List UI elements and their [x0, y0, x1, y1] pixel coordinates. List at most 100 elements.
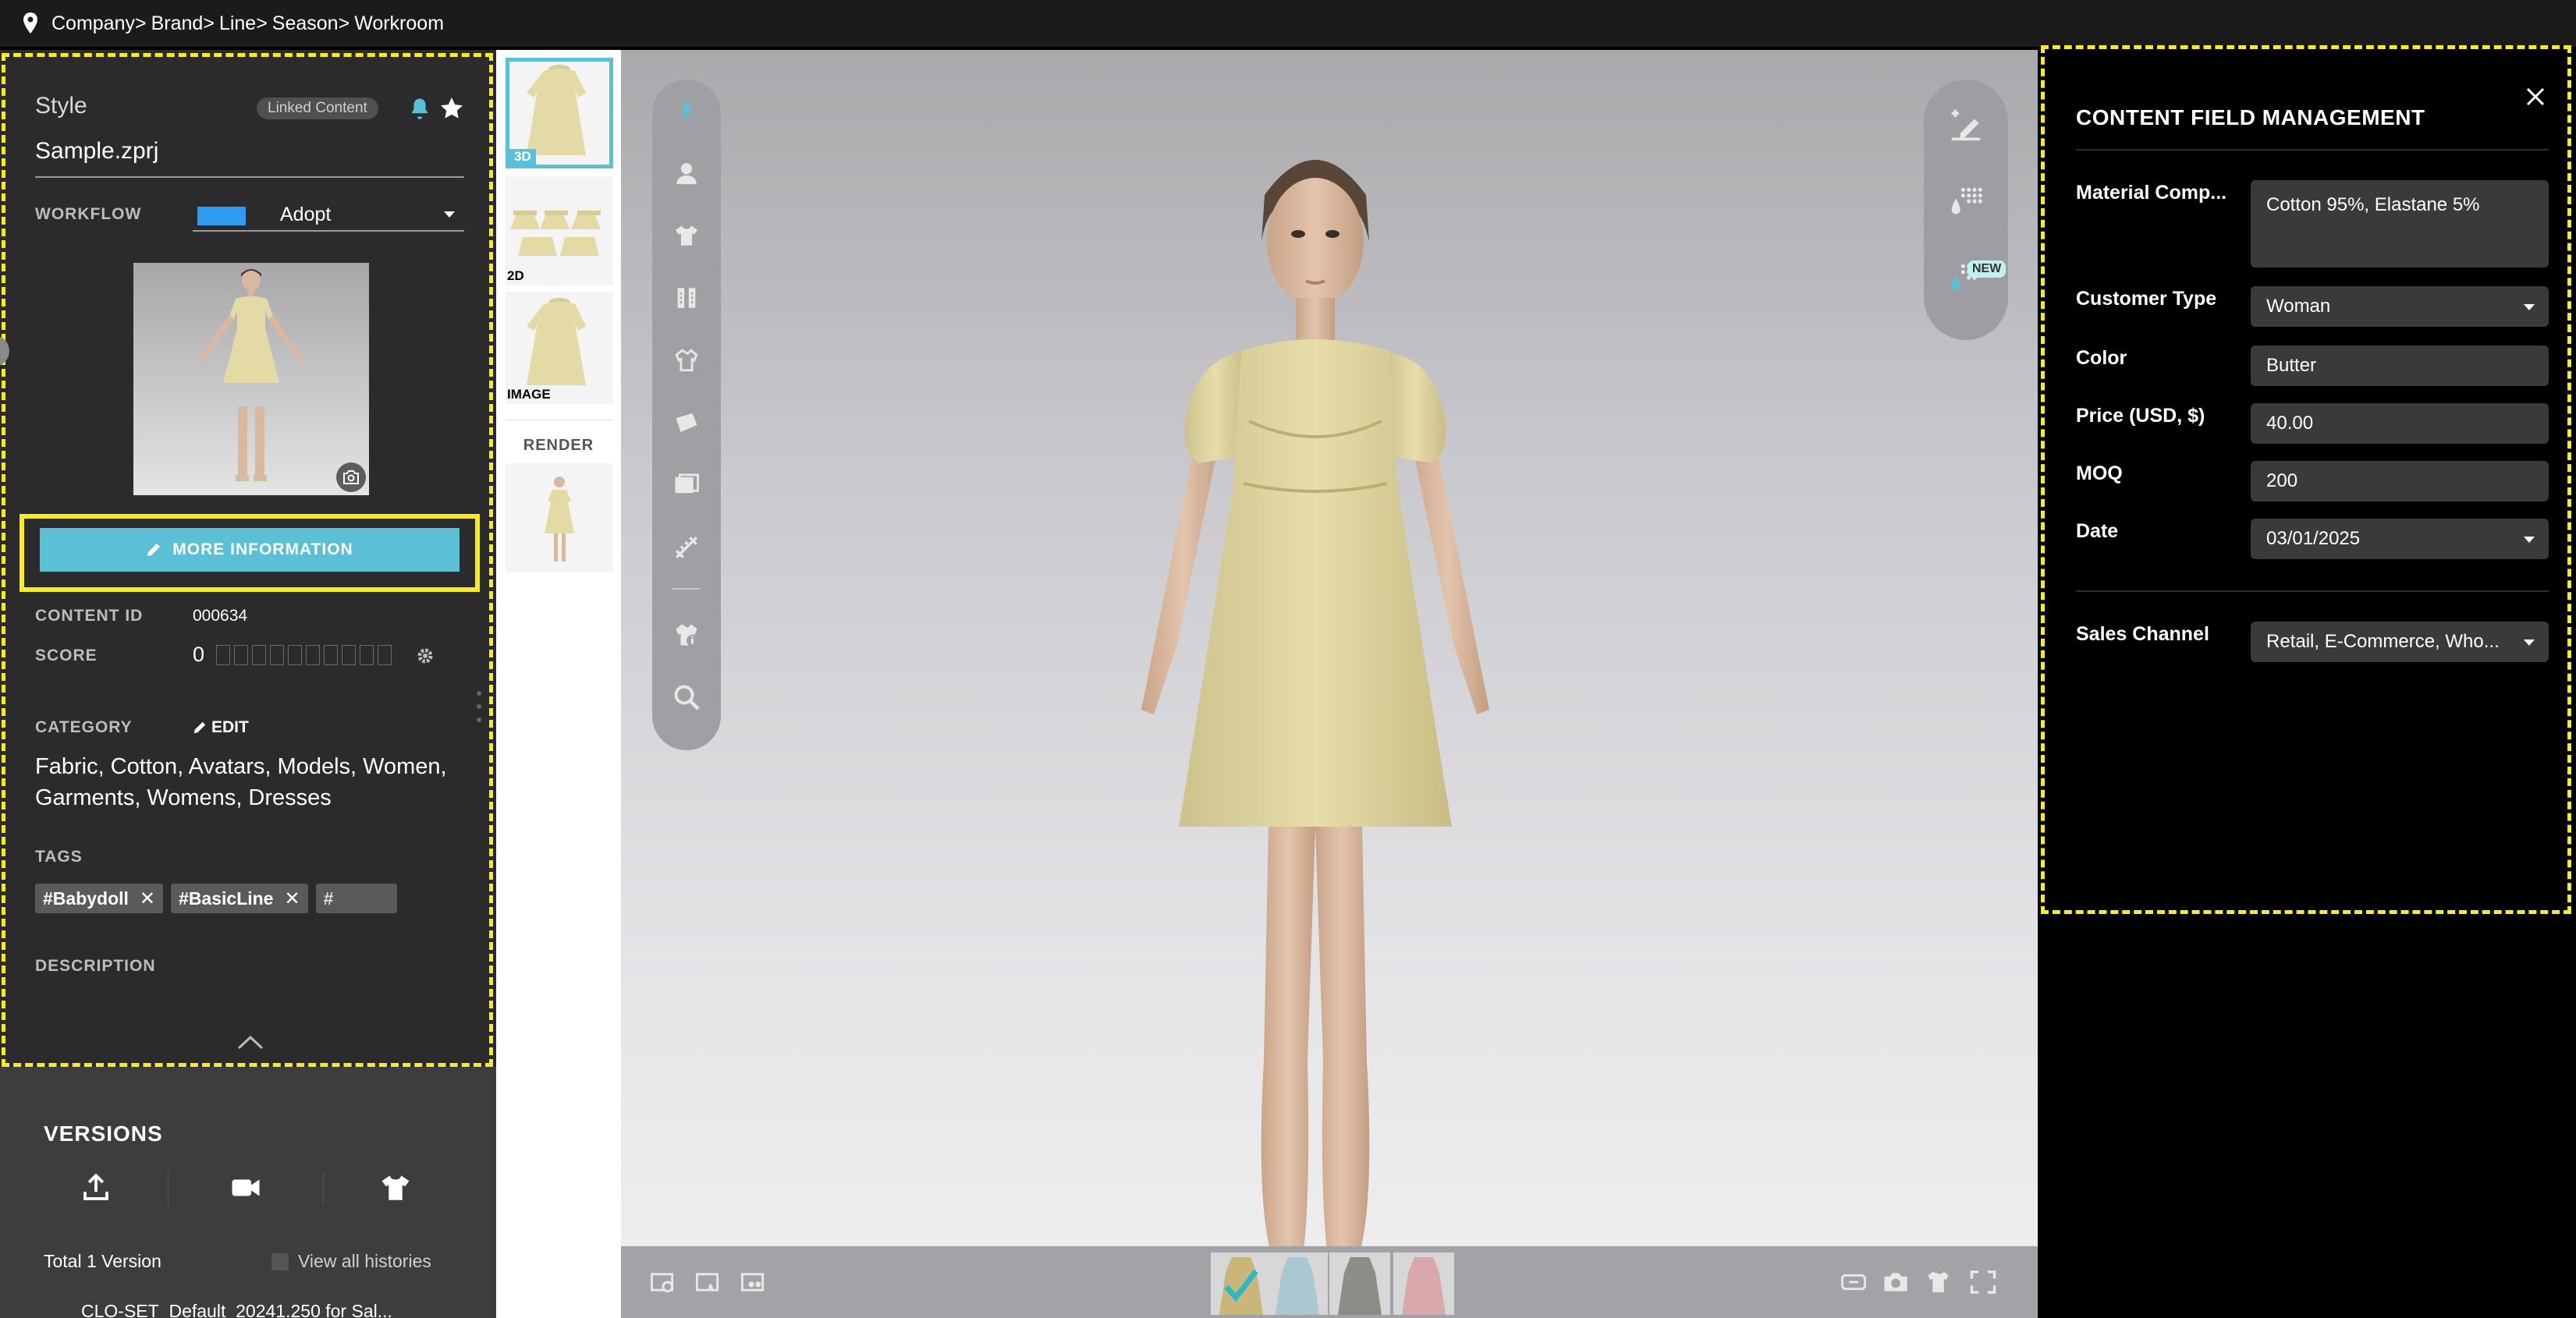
moq-value: 200 [2266, 470, 2298, 491]
pattern-icon[interactable] [669, 281, 704, 315]
material-composition-field[interactable]: Cotton 95%, Elastane 5% [2251, 180, 2549, 267]
fullscreen-icon[interactable] [1969, 1270, 1997, 1295]
snapshot-2d-icon[interactable] [694, 1270, 722, 1295]
drag-handle-icon[interactable] [477, 689, 481, 725]
date-value: 03/01/2025 [2266, 528, 2361, 549]
more-information-button[interactable]: MORE INFORMATION [40, 528, 459, 572]
link-view-icon[interactable] [1840, 1270, 1868, 1295]
caret-down-icon [444, 211, 455, 218]
viewport-bottom-bar [621, 1246, 2038, 1318]
breadcrumb-company[interactable]: Company> [51, 12, 147, 35]
new-badge: NEW [1967, 260, 2007, 278]
view-thumbnail-strip: 3D 2D IMAGE RENDER [496, 50, 621, 1318]
version-row[interactable]: CLO-SET_Default_20241.250 for Sal... [81, 1301, 392, 1318]
divider [323, 1171, 324, 1206]
versions-title: VERSIONS [44, 1121, 163, 1146]
garment-icon[interactable] [669, 218, 704, 253]
close-icon[interactable]: ✕ [284, 888, 300, 910]
gear-icon[interactable] [416, 647, 435, 665]
price-field[interactable]: 40.00 [2251, 403, 2549, 444]
garment-icon[interactable] [379, 1171, 412, 1204]
bell-icon[interactable] [408, 96, 431, 121]
linked-content-badge: Linked Content [257, 97, 378, 119]
score-bar [216, 645, 396, 665]
tag-chip: #BasicLine ✕ [171, 884, 308, 913]
search-icon[interactable] [669, 680, 704, 714]
camera-icon[interactable] [336, 462, 366, 492]
3d-avatar-model [1141, 160, 1489, 1279]
avatar-icon[interactable] [669, 156, 704, 190]
thumbnail-3d[interactable]: 3D [506, 58, 613, 168]
pencil-icon [147, 544, 161, 556]
workflow-value: Adopt [280, 204, 332, 225]
measure-icon[interactable] [669, 530, 704, 565]
versions-section: VERSIONS Total 1 Version View all histor… [0, 1067, 496, 1318]
breadcrumb-brand[interactable]: Brand> [151, 12, 215, 35]
sales-channel-select[interactable]: Retail, E-Commerce, Who... [2251, 622, 2549, 662]
filename-underline [35, 176, 464, 178]
checkbox-icon [271, 1252, 289, 1270]
category-value: Fabric, Cotton, Avatars, Models, Women, … [35, 754, 447, 810]
divider [2076, 149, 2549, 151]
sales-channel-value: Retail, E-Commerce, Who... [2266, 631, 2500, 652]
breadcrumb-season[interactable]: Season> [272, 12, 349, 35]
fabric-icon[interactable] [669, 406, 704, 440]
3d-viewport[interactable]: NEW [621, 50, 2038, 1318]
tag-input[interactable]: # [315, 884, 397, 913]
colorway-swatch-2[interactable] [1267, 1252, 1328, 1315]
colorway-icon[interactable] [1949, 184, 1983, 218]
tag-chip: #Babydoll ✕ [35, 884, 164, 913]
info-icon[interactable] [669, 618, 704, 652]
workflow-label: WORKFLOW [35, 205, 142, 223]
add-annotation-icon[interactable] [1949, 108, 1983, 142]
shirt-icon[interactable] [669, 343, 704, 377]
colorway-swatch-1[interactable] [1211, 1252, 1272, 1315]
category-edit-button[interactable]: EDIT [193, 718, 249, 737]
content-field-management-panel: CONTENT FIELD MANAGEMENT Material Comp..… [2041, 45, 2571, 914]
style-thumbnail[interactable] [133, 263, 369, 495]
thumbnail-2d[interactable]: 2D [506, 176, 613, 285]
tag-list: #Babydoll ✕ #BasicLine ✕ # [35, 884, 397, 913]
video-icon[interactable] [229, 1171, 262, 1204]
snapshot-multi-icon[interactable] [740, 1270, 768, 1295]
star-icon[interactable] [439, 96, 464, 121]
divider [168, 1171, 169, 1206]
cfm-title: CONTENT FIELD MANAGEMENT [2076, 105, 2425, 129]
caret-down-icon [2524, 304, 2535, 310]
upload-icon[interactable] [80, 1171, 112, 1204]
tags-label: TAGS [35, 848, 83, 866]
style-info-panel: Style Linked Content Sample.zprj WORKFLO… [2, 53, 493, 1067]
dress-image-thumbnail [527, 298, 586, 385]
pin-tool-icon[interactable] [669, 95, 704, 129]
breadcrumb-workroom[interactable]: Workroom [354, 12, 444, 35]
close-icon[interactable] [2524, 85, 2547, 108]
moq-field[interactable]: 200 [2251, 461, 2549, 501]
field-label-date: Date [2076, 520, 2119, 542]
thumbnail-render[interactable] [506, 463, 613, 572]
camera-icon[interactable] [1882, 1270, 1910, 1295]
customer-type-select[interactable]: Woman [2251, 286, 2549, 327]
snapshot-3d-icon[interactable] [649, 1270, 677, 1295]
garment-camera-icon[interactable] [1925, 1270, 1953, 1295]
score-value: 0 [193, 643, 205, 666]
workflow-select[interactable]: Adopt [193, 197, 464, 232]
colorway-swatch-4[interactable] [1393, 1252, 1454, 1315]
pencil-icon [193, 721, 206, 734]
view-all-histories-checkbox[interactable]: View all histories [271, 1251, 431, 1272]
thumbnail-2d-tag: 2D [507, 268, 524, 283]
left-panel: Style Linked Content Sample.zprj WORKFLO… [0, 50, 496, 1318]
caret-down-icon [2524, 537, 2535, 543]
style-filename[interactable]: Sample.zprj [35, 138, 158, 165]
thumbnail-image[interactable]: IMAGE [506, 292, 613, 404]
graphic-icon[interactable] [669, 468, 704, 502]
colorway-swatch-3[interactable] [1329, 1252, 1390, 1315]
tag-label: #BasicLine [179, 888, 274, 909]
date-select[interactable]: 03/01/2025 [2251, 519, 2549, 559]
color-field[interactable]: Butter [2251, 345, 2549, 386]
category-label: CATEGORY [35, 718, 133, 736]
breadcrumb-line[interactable]: Line> [219, 12, 268, 35]
material-composition-value: Cotton 95%, Elastane 5% [2266, 194, 2480, 215]
chevron-up-icon[interactable] [236, 1033, 264, 1051]
score-label: SCORE [35, 647, 98, 664]
close-icon[interactable]: ✕ [140, 888, 155, 910]
